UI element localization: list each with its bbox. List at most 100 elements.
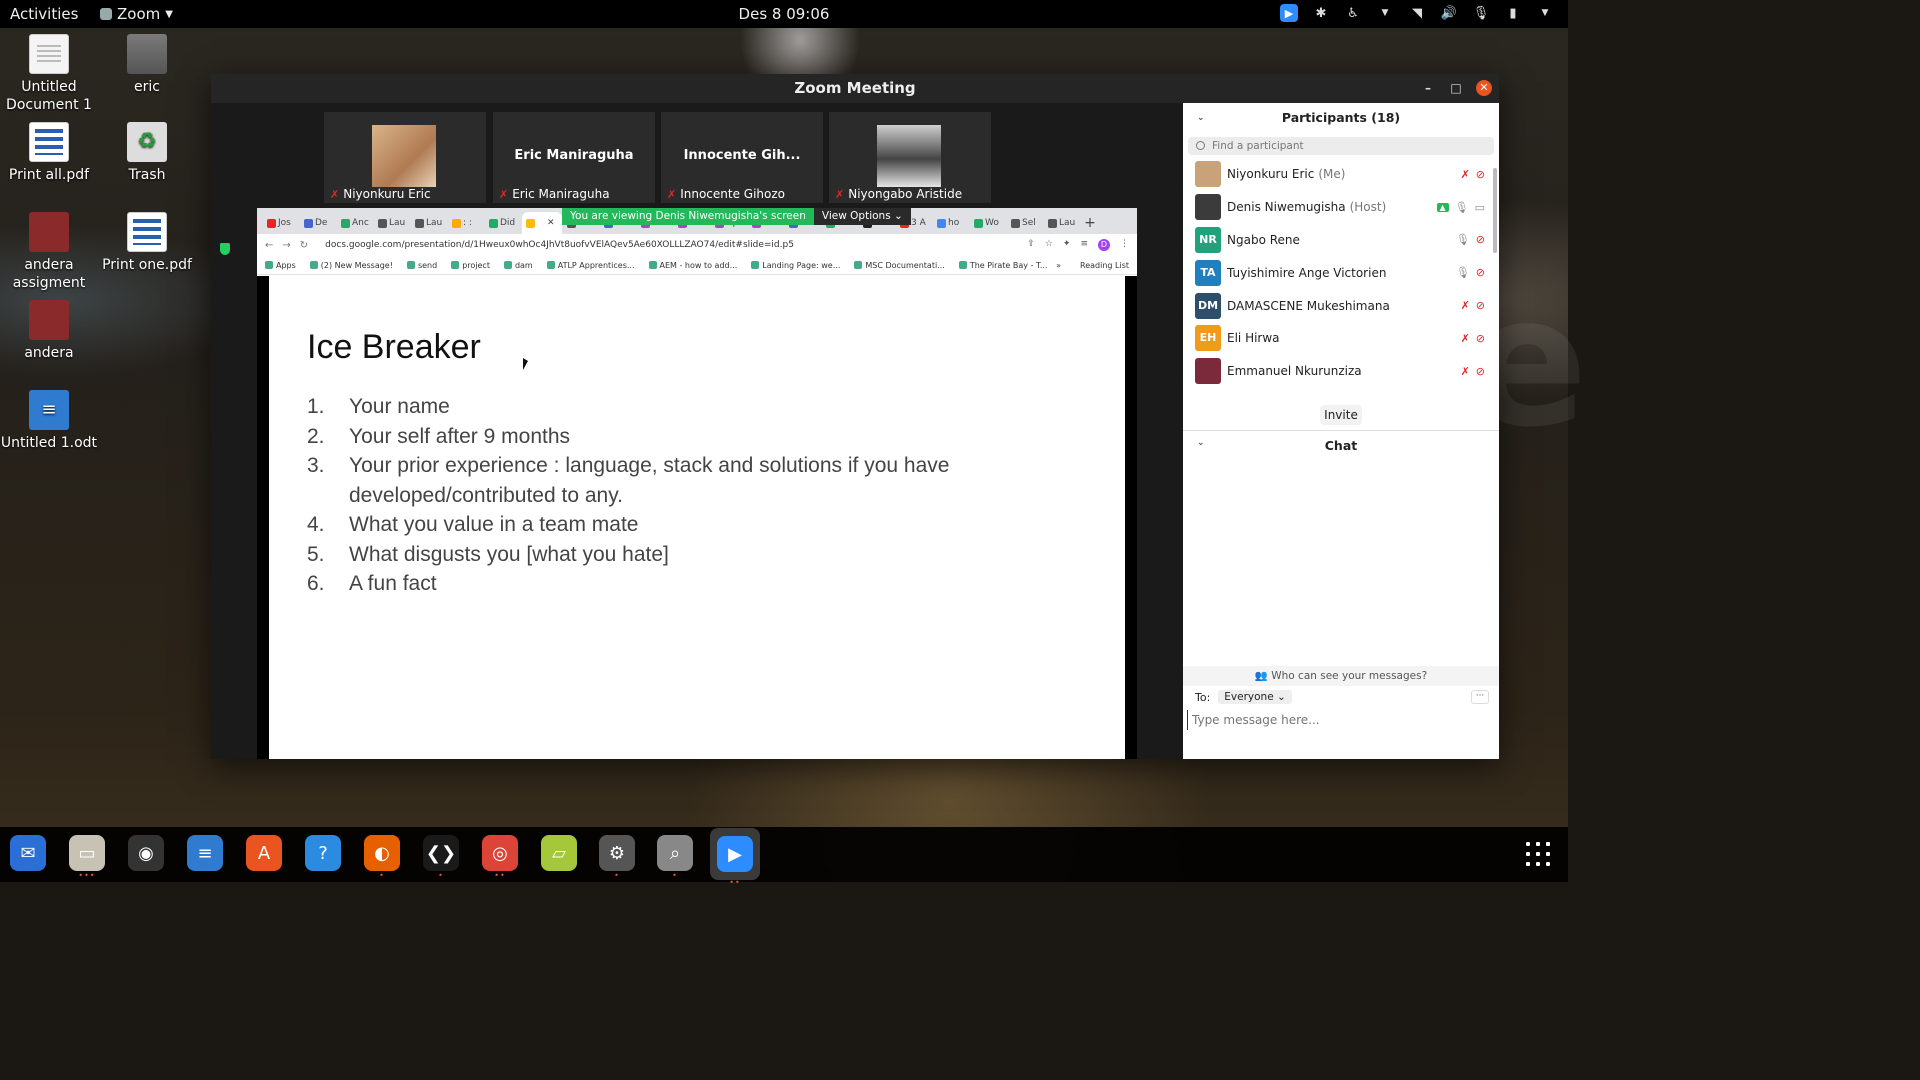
bookmark-item[interactable]: AEM - how to add...: [648, 261, 737, 270]
microphone-icon[interactable]: 🎙: [1472, 4, 1490, 22]
desktop-icon-trash[interactable]: ♻ Trash: [98, 122, 196, 184]
volume-icon[interactable]: 🔊: [1440, 4, 1458, 22]
slide-list-number: 6.: [307, 572, 325, 595]
settings-icon[interactable]: ⚙ •: [597, 833, 637, 880]
browser-tab[interactable]: Anc: [337, 212, 373, 234]
zoom-icon[interactable]: ▶ ••: [710, 828, 760, 887]
participant-thumbnail[interactable]: Innocente Gih... ✗ Innocente Gihozo: [661, 112, 823, 203]
share-icon[interactable]: ⇪: [1027, 239, 1035, 251]
maximize-icon[interactable]: □: [1448, 80, 1464, 96]
files-icon[interactable]: ▭ •••: [67, 833, 107, 880]
rhythmbox-icon[interactable]: ◉: [126, 833, 166, 873]
desktop-icon-print-one[interactable]: Print one.pdf: [98, 212, 196, 274]
participant-thumbnail[interactable]: ✗ Niyongabo Aristide: [829, 112, 991, 203]
window-titlebar[interactable]: Zoom Meeting – □ ✕: [211, 74, 1499, 103]
participants-header: ⌄ Participants (18): [1183, 103, 1499, 133]
participant-row[interactable]: DM DAMASCENE Mukeshimana ✗ ⊘: [1183, 289, 1499, 322]
browser-tab[interactable]: Sel: [1007, 212, 1043, 234]
media-icon[interactable]: ≡: [1080, 239, 1088, 251]
bookmark-item[interactable]: The Pirate Bay - T...: [958, 261, 1048, 270]
desktop-icon-print-all[interactable]: Print all.pdf: [0, 122, 98, 184]
view-options-button[interactable]: View Options ⌄: [813, 208, 911, 225]
participant-row[interactable]: EH Eli Hirwa ✗ ⊘: [1183, 322, 1499, 355]
participant-row[interactable]: TA Tuyishimire Ange Victorien 🎙 ⊘: [1183, 256, 1499, 289]
bookmark-item[interactable]: project: [451, 261, 490, 270]
bookmark-item[interactable]: (2) New Message!: [309, 261, 393, 270]
participant-search-input[interactable]: Find a participant: [1188, 137, 1494, 155]
bookmark-item[interactable]: Apps: [265, 261, 296, 270]
browser-tab[interactable]: Lau: [411, 212, 447, 234]
desktop-icon-untitled-document[interactable]: Untitled Document 1: [0, 34, 98, 114]
participant-row[interactable]: NR Ngabo Rene 🎙 ⊘: [1183, 224, 1499, 257]
reading-list-button[interactable]: Reading List: [1076, 256, 1129, 274]
extensions-icon[interactable]: ✦: [1063, 239, 1071, 251]
help-icon[interactable]: ?: [303, 833, 343, 873]
desktop-icon-eric[interactable]: eric: [98, 34, 196, 96]
new-tab-icon[interactable]: +: [1081, 212, 1099, 234]
desktop-icon-untitled-odt[interactable]: ≡ Untitled 1.odt: [0, 390, 98, 452]
reload-icon[interactable]: ↻: [300, 240, 308, 251]
browser-tab[interactable]: Did: [485, 212, 521, 234]
browser-tab[interactable]: ho: [933, 212, 969, 234]
participant-thumbnail[interactable]: ✗ Niyonkuru Eric: [324, 112, 486, 203]
bookmarks-overflow[interactable]: »: [1056, 260, 1061, 270]
wifi-icon[interactable]: ◥: [1408, 4, 1426, 22]
close-tab-icon[interactable]: ✕: [547, 218, 555, 228]
zoom-tray-icon[interactable]: ▶: [1280, 4, 1298, 22]
browser-tab[interactable]: De: [300, 212, 336, 234]
bookmark-item[interactable]: dam: [503, 261, 533, 270]
browser-tab[interactable]: ✕: [522, 212, 562, 234]
notes-icon[interactable]: ▱: [539, 833, 579, 873]
slack-tray-icon[interactable]: ✱: [1312, 4, 1330, 22]
chat-more-button[interactable]: ···: [1471, 690, 1489, 704]
browser-tab[interactable]: Wo: [970, 212, 1006, 234]
chevron-down-icon[interactable]: ▼: [1376, 4, 1394, 22]
desktop-icon-andera[interactable]: andera: [0, 300, 98, 362]
show-applications-icon[interactable]: [1526, 842, 1550, 866]
who-can-see-messages[interactable]: 👥 Who can see your messages?: [1183, 666, 1499, 686]
participant-list-scrollbar[interactable]: [1493, 168, 1497, 253]
browser-tab[interactable]: Lau: [374, 212, 410, 234]
running-indicator: •: [438, 871, 444, 880]
participant-row[interactable]: Niyonkuru Eric (Me) ✗ ⊘: [1183, 158, 1499, 191]
bookmark-item[interactable]: send: [406, 261, 437, 270]
accessibility-icon[interactable]: ♿: [1344, 4, 1362, 22]
recipient-select[interactable]: Everyone ⌄: [1218, 690, 1292, 704]
encryption-shield-icon[interactable]: [220, 243, 230, 255]
back-icon[interactable]: ←: [265, 240, 273, 251]
bookmark-item[interactable]: MSC Documentati...: [854, 261, 945, 270]
profile-avatar[interactable]: D: [1098, 239, 1110, 251]
writer-icon[interactable]: ≡: [185, 833, 225, 873]
close-icon[interactable]: ✕: [1476, 80, 1492, 96]
chevron-down-icon[interactable]: ▼: [1536, 4, 1554, 22]
battery-icon[interactable]: ▮: [1504, 4, 1522, 22]
software-icon[interactable]: A: [244, 833, 284, 873]
kebab-menu-icon[interactable]: ⋮: [1120, 239, 1129, 251]
chevron-down-icon[interactable]: ⌄: [1197, 438, 1205, 448]
star-icon[interactable]: ☆: [1045, 239, 1053, 251]
mic-muted-icon: ✗: [1460, 364, 1470, 378]
desktop-icon-andera-assigment[interactable]: andera assigment: [0, 212, 98, 292]
browser-tab[interactable]: Lau: [1044, 212, 1080, 234]
app-menu[interactable]: Zoom ▼: [100, 5, 173, 23]
participant-thumbnail[interactable]: Eric Maniraguha ✗ Eric Maniraguha: [493, 112, 655, 203]
clock[interactable]: Des 8 09:06: [739, 5, 830, 23]
participant-row[interactable]: Emmanuel Nkurunziza ✗ ⊘: [1183, 355, 1499, 388]
browser-tab[interactable]: : :: [448, 212, 484, 234]
chevron-down-icon[interactable]: ⌄: [1197, 103, 1205, 133]
vscode-icon[interactable]: ❮❯ •: [421, 833, 461, 880]
minimize-icon[interactable]: –: [1420, 80, 1436, 96]
browser-tab[interactable]: Jos: [263, 212, 299, 234]
firefox-icon[interactable]: ◐ •: [362, 833, 402, 880]
activities-button[interactable]: Activities: [10, 5, 78, 23]
bookmark-item[interactable]: Landing Page: we...: [751, 261, 840, 270]
forward-icon[interactable]: →: [282, 240, 290, 251]
bookmark-item[interactable]: ATLP Apprentices...: [546, 261, 635, 270]
participant-row[interactable]: Denis Niwemugisha (Host) ▲ 🎙 ▭: [1183, 191, 1499, 224]
invite-button[interactable]: Invite: [1320, 405, 1362, 425]
chrome-icon[interactable]: ◎ ••: [480, 833, 520, 880]
screenshot-icon[interactable]: ⌕ •: [655, 833, 695, 880]
thunderbird-icon[interactable]: ✉: [8, 833, 48, 873]
chat-message-input[interactable]: [1187, 710, 1487, 730]
browser-url[interactable]: docs.google.com/presentation/d/1Hweux0wh…: [325, 240, 794, 250]
